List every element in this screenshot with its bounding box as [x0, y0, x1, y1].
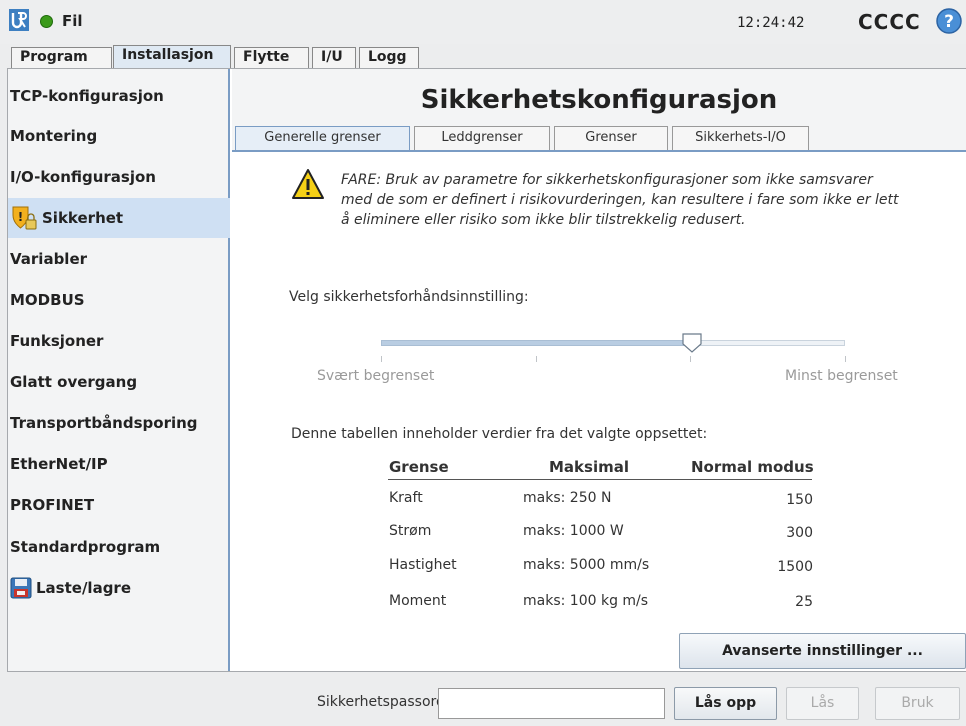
help-icon[interactable]: ? — [936, 8, 962, 34]
sidebar-item-label: MODBUS — [10, 291, 85, 309]
cell-normal: 300 — [786, 525, 813, 541]
cell-normal: 150 — [786, 492, 813, 508]
preset-slider-thumb[interactable] — [681, 332, 703, 354]
table-caption: Denne tabellen inneholder verdier fra de… — [291, 426, 708, 442]
tab-program[interactable]: Program — [11, 47, 112, 68]
tab-io[interactable]: I/U — [312, 47, 356, 68]
sidebar-item-label: PROFINET — [10, 496, 95, 514]
sidebar-item-label: TCP-konfigurasjon — [10, 87, 164, 105]
slider-tick — [536, 356, 537, 362]
slider-max-label: Minst begrenset — [785, 368, 898, 384]
sidebar-item-laste-lagre[interactable]: Laste/lagre — [8, 568, 230, 608]
table-header-rule — [388, 479, 812, 480]
password-label: Sikkerhetspassord — [317, 694, 445, 710]
tab-leddgrenser[interactable]: Leddgrenser — [414, 126, 550, 150]
sidebar-item-label: Montering — [10, 127, 98, 145]
sidebar-item-modbus[interactable]: MODBUS — [8, 280, 230, 320]
sidebar-item-montering[interactable]: Montering — [8, 116, 230, 156]
main-tabs: Program Installasjon Flytte I/U Logg — [0, 44, 966, 69]
sidebar-item-standardprogram[interactable]: Standardprogram — [8, 527, 230, 567]
preset-slider-fill — [381, 340, 692, 346]
sidebar-item-label: Funksjoner — [10, 332, 104, 350]
sidebar-item-sikkerhet[interactable]: ! Sikkerhet — [8, 198, 230, 238]
preset-label: Velg sikkerhetsforhåndsinnstilling: — [289, 289, 529, 305]
tab-generelle-grenser[interactable]: Generelle grenser — [235, 126, 410, 150]
running-status-icon — [40, 15, 53, 28]
tab-flytte[interactable]: Flytte — [234, 47, 309, 68]
ur-logo-icon — [9, 9, 29, 31]
cell-name: Strøm — [389, 523, 432, 539]
slider-tick — [845, 356, 846, 362]
sidebar-item-label: EtherNet/IP — [10, 455, 108, 473]
cell-name: Moment — [389, 593, 447, 609]
slider-tick — [381, 356, 382, 362]
sidebar: TCP-konfigurasjon Montering I/O-konfigur… — [8, 69, 230, 671]
sidebar-item-label: Glatt overgang — [10, 373, 138, 391]
tab-sikkerhets-io[interactable]: Sikkerhets-I/O — [672, 126, 809, 150]
sidebar-item-transportbandsporing[interactable]: Transportbåndsporing — [8, 403, 230, 443]
table-header-grense: Grense — [389, 458, 449, 476]
sidebar-item-funksjoner[interactable]: Funksjoner — [8, 321, 230, 361]
cell-max: maks: 250 N — [523, 490, 612, 506]
advanced-settings-button[interactable]: Avanserte innstillinger ... — [679, 633, 966, 669]
sidebar-item-label: Sikkerhet — [42, 209, 124, 227]
cell-name: Hastighet — [389, 557, 457, 573]
page-title: Sikkerhetskonfigurasjon — [420, 85, 778, 115]
sidebar-item-tcp[interactable]: TCP-konfigurasjon — [8, 76, 230, 116]
cell-max: maks: 5000 mm/s — [523, 557, 650, 573]
top-bar: Fil 12:24:42 CCCC ? — [0, 0, 966, 44]
sidebar-item-label: Laste/lagre — [36, 579, 132, 597]
cell-max: maks: 1000 W — [523, 523, 624, 539]
sidebar-item-label: Variabler — [10, 250, 88, 268]
cell-max: maks: 100 kg m/s — [523, 593, 649, 609]
sidebar-item-io-konfigurasjon[interactable]: I/O-konfigurasjon — [8, 157, 230, 197]
tab-logg[interactable]: Logg — [359, 47, 419, 68]
tab-installasjon[interactable]: Installasjon — [113, 45, 231, 69]
svg-text:?: ? — [944, 12, 954, 32]
password-input[interactable] — [438, 688, 665, 719]
sub-tabs: Generelle grenser Leddgrenser Grenser Si… — [232, 126, 966, 150]
sidebar-item-ethernet-ip[interactable]: EtherNet/IP — [8, 444, 230, 484]
slider-min-label: Svært begrenset — [317, 368, 435, 384]
warning-icon — [292, 169, 324, 199]
table-header-normal-modus: Normal modus — [691, 458, 814, 476]
danger-warning-text: FARE: Bruk av parametre for sikkerhetsko… — [341, 172, 899, 228]
shield-lock-icon: ! — [12, 206, 37, 230]
sidebar-item-label: Standardprogram — [10, 538, 161, 556]
svg-text:!: ! — [18, 210, 23, 224]
robot-name: CCCC — [858, 10, 921, 34]
file-menu[interactable]: Fil — [62, 12, 83, 30]
apply-button[interactable]: Bruk — [875, 687, 960, 720]
tab-grenser[interactable]: Grenser — [554, 126, 668, 150]
sidebar-item-label: I/O-konfigurasjon — [10, 168, 156, 186]
sidebar-item-glatt-overgang[interactable]: Glatt overgang — [8, 362, 230, 402]
cell-name: Kraft — [389, 490, 423, 506]
clock: 12:24:42 — [737, 15, 805, 31]
slider-tick — [690, 356, 691, 362]
table-header-maksimal: Maksimal — [549, 458, 629, 476]
unlock-button[interactable]: Lås opp — [674, 687, 777, 720]
sidebar-item-profinet[interactable]: PROFINET — [8, 485, 230, 525]
lock-button[interactable]: Lås — [786, 687, 859, 720]
sidebar-item-variabler[interactable]: Variabler — [8, 239, 230, 279]
sidebar-item-label: Transportbåndsporing — [10, 414, 198, 432]
floppy-disk-icon — [10, 577, 32, 599]
cell-normal: 1500 — [777, 559, 813, 575]
cell-normal: 25 — [795, 594, 813, 610]
